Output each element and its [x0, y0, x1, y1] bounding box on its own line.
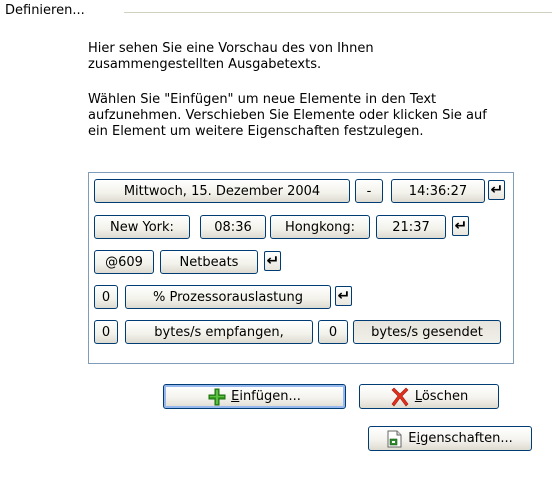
text-element[interactable]: 0	[94, 320, 118, 344]
newline-element[interactable]: ↵	[335, 286, 352, 306]
properties-button-label: Eigenschaften...	[408, 431, 513, 446]
delete-button[interactable]: Löschen	[359, 384, 499, 409]
text-element[interactable]: bytes/s gesendet	[353, 320, 501, 344]
newline-element[interactable]: ↵	[264, 251, 281, 271]
output-text-preview[interactable]: Mittwoch, 15. Dezember 2004 - 14:36:27 ↵…	[88, 172, 514, 364]
description-line: Hier sehen Sie eine Vorschau des von Ihn…	[88, 41, 374, 56]
text-element[interactable]: 0	[318, 320, 348, 344]
text-element[interactable]: Netbeats	[160, 250, 258, 274]
newline-element[interactable]: ↵	[452, 216, 469, 236]
text-element[interactable]: 08:36	[200, 215, 266, 239]
newline-glyph: ↵	[454, 218, 467, 234]
properties-document-icon	[387, 430, 403, 448]
group-box-border	[124, 12, 552, 13]
delete-x-icon	[390, 387, 410, 407]
insert-button[interactable]: Einfügen...	[163, 384, 346, 409]
description-line: zusammengestellten Ausgabetexts.	[88, 57, 322, 72]
newline-glyph: ↵	[337, 288, 350, 304]
text-element[interactable]: 21:37	[376, 215, 446, 239]
text-element[interactable]: bytes/s empfangen,	[125, 320, 313, 344]
text-element[interactable]: @609	[94, 250, 154, 274]
description-instructions: Wählen Sie "Einfügen" um neue Elemente i…	[88, 92, 548, 140]
description-intro: Hier sehen Sie eine Vorschau des von Ihn…	[88, 41, 548, 73]
delete-button-label: Löschen	[414, 389, 469, 404]
description-line: aufzunehmen. Verschieben Sie Elemente od…	[88, 108, 487, 123]
description-line: ein Element um weitere Eigenschaften fes…	[88, 124, 424, 139]
insert-button-label: Einfügen...	[231, 389, 301, 404]
properties-button[interactable]: Eigenschaften...	[368, 426, 532, 451]
newline-element[interactable]: ↵	[488, 180, 505, 200]
text-element[interactable]: 0	[94, 285, 118, 309]
newline-glyph: ↵	[266, 253, 279, 269]
description-line: Wählen Sie "Einfügen" um neue Elemente i…	[88, 92, 437, 107]
text-element[interactable]: New York:	[94, 215, 190, 239]
group-title: Definieren...	[5, 3, 89, 18]
text-element[interactable]: -	[355, 179, 383, 203]
text-element[interactable]: Mittwoch, 15. Dezember 2004	[94, 179, 350, 203]
text-element[interactable]: Hongkong:	[270, 215, 370, 239]
newline-glyph: ↵	[490, 182, 503, 198]
plus-icon	[208, 388, 226, 406]
text-element[interactable]: % Prozessorauslastung	[125, 285, 331, 309]
text-element[interactable]: 14:36:27	[391, 179, 485, 203]
